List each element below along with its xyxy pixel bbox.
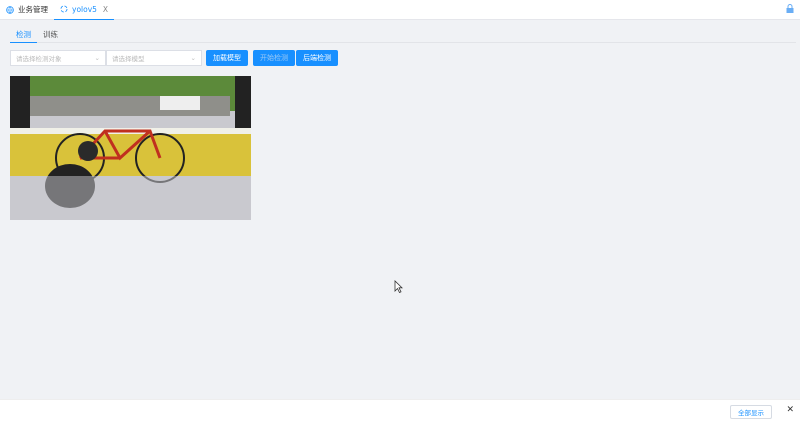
toolbar: 请选择检测对象 ⌄ 请选择模型 ⌄ 加载模型 开始检测 后端检测	[10, 50, 338, 66]
start-detect-button[interactable]: 开始检测	[253, 50, 295, 66]
placeholder: 请选择模型	[112, 55, 145, 63]
detection-image	[10, 76, 251, 220]
subtab-detect[interactable]: 检测	[10, 25, 37, 43]
model-select[interactable]: 请选择模型 ⌄	[106, 50, 202, 66]
loading-icon	[60, 5, 68, 13]
sub-tabs: 检测 训练	[10, 25, 796, 43]
backend-detect-button[interactable]: 后端检测	[296, 50, 338, 66]
globe-icon	[6, 5, 14, 14]
load-model-button[interactable]: 加载模型	[206, 50, 248, 66]
tab-bar: 业务管理 yolov5 X	[0, 0, 800, 20]
subtab-train[interactable]: 训练	[37, 25, 64, 43]
placeholder: 请选择检测对象	[16, 55, 62, 63]
tab-close-icon[interactable]: X	[103, 5, 108, 14]
tab-label: yolov5	[72, 4, 97, 14]
detect-target-select[interactable]: 请选择检测对象 ⌄	[10, 50, 106, 66]
main-content: 检测 训练 请选择检测对象 ⌄ 请选择模型 ⌄ 加载模型 开始检测 后端检测	[2, 21, 800, 398]
chevron-down-icon: ⌄	[94, 54, 100, 62]
chevron-down-icon: ⌄	[190, 54, 196, 62]
mouse-cursor-icon	[394, 280, 403, 293]
footer-bar: 全部显示 ✕	[0, 399, 800, 423]
tab-yolov5[interactable]: yolov5 X	[54, 0, 115, 20]
tab-business-management[interactable]: 业务管理	[0, 0, 54, 20]
lock-icon[interactable]	[786, 4, 794, 13]
close-icon[interactable]: ✕	[786, 405, 794, 415]
show-all-button[interactable]: 全部显示	[730, 405, 772, 419]
tab-label: 业务管理	[18, 5, 48, 14]
